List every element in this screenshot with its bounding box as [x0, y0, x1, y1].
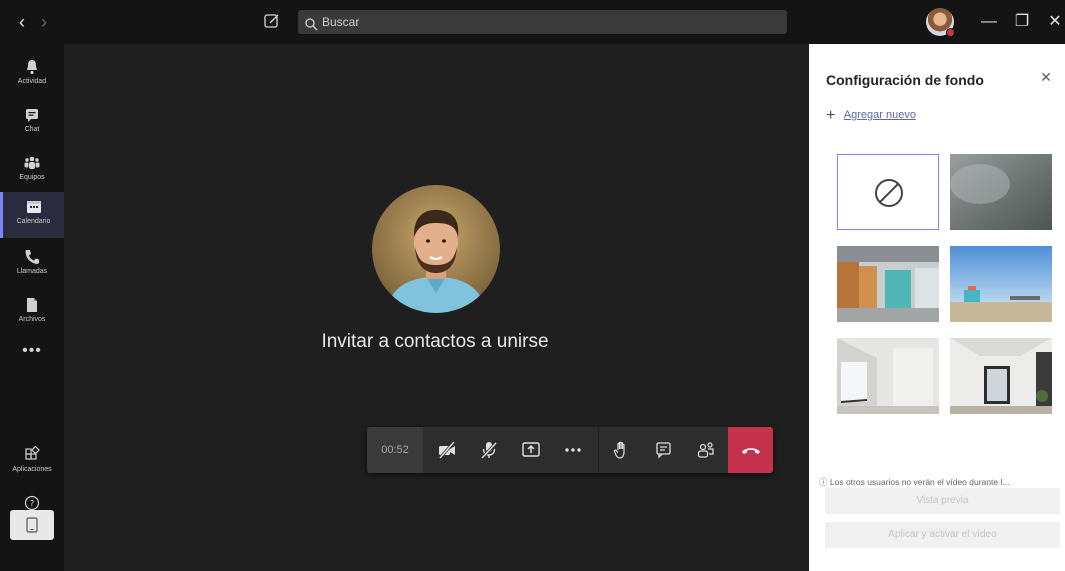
svg-text:?: ?	[30, 500, 35, 510]
raise-hand-icon[interactable]	[612, 440, 632, 460]
bell-icon	[23, 58, 41, 76]
controls-divider	[598, 427, 599, 473]
info-icon: ⓘ	[819, 477, 830, 487]
preview-button[interactable]: Vista previa	[825, 488, 1060, 514]
rail-item-aplicaciones[interactable]: Aplicaciones	[0, 440, 64, 486]
share-screen-icon[interactable]	[521, 440, 541, 460]
rail-item-calendario[interactable]: Calendario	[0, 192, 64, 238]
call-controls: 00:52	[367, 427, 773, 473]
no-background-icon	[875, 179, 903, 207]
panel-close-icon[interactable]: ✕	[1039, 70, 1053, 84]
background-beach-option[interactable]	[950, 246, 1052, 322]
background-settings-panel: Configuración de fondo ✕ + Agregar nuevo…	[809, 44, 1065, 571]
rail-item-actividad[interactable]: Actividad	[0, 52, 64, 98]
hang-up-icon	[742, 448, 760, 454]
plus-icon: +	[826, 107, 836, 124]
search-placeholder: Buscar	[322, 15, 360, 29]
background-room-option[interactable]	[837, 338, 939, 414]
rail-item-label: Equipos	[19, 174, 45, 181]
forward-icon[interactable]: ›	[36, 12, 52, 32]
panel-title: Configuración de fondo	[826, 72, 984, 88]
camera-off-icon[interactable]	[437, 440, 457, 460]
search-icon	[304, 15, 318, 31]
background-blur-option[interactable]	[950, 154, 1052, 230]
more-apps-button[interactable]: •••	[0, 342, 64, 360]
add-new-link[interactable]: + Agregar nuevo	[826, 107, 916, 125]
rail-item-label: Actividad	[17, 78, 47, 85]
apps-icon	[23, 445, 41, 464]
minimize-button[interactable]: —	[979, 12, 999, 32]
search-input[interactable]: Buscar	[298, 10, 787, 34]
video-note: ⓘ Los otros usuarios no verán el vídeo d…	[819, 476, 1063, 488]
teams-window: ‹ › Buscar — ❐ ✕ Actividad Chat Equipos	[0, 0, 1065, 571]
rail-item-chat[interactable]: Chat	[0, 100, 64, 146]
apply-video-button[interactable]: Aplicar y activar el vídeo	[825, 522, 1060, 548]
rail-item-equipos[interactable]: Equipos	[0, 148, 64, 194]
rail-item-label: Aplicaciones	[12, 466, 52, 473]
phone-icon	[23, 248, 41, 266]
background-office-option[interactable]	[837, 246, 939, 322]
participants-icon[interactable]	[696, 440, 716, 460]
close-button[interactable]: ✕	[1045, 12, 1065, 32]
invite-text: Invitar a contactos a unirse	[321, 331, 549, 352]
add-new-label: Agregar nuevo	[843, 109, 916, 121]
presence-badge	[946, 28, 955, 37]
rail-item-label: Archivos	[18, 316, 46, 323]
rail-item-archivos[interactable]: Archivos	[0, 290, 64, 336]
app-rail: Actividad Chat Equipos Calendario Llamad…	[0, 44, 64, 571]
background-loft-option[interactable]	[950, 338, 1052, 414]
hang-up-button[interactable]	[728, 427, 773, 473]
calendar-icon	[25, 198, 43, 216]
chat-icon[interactable]	[654, 440, 674, 460]
title-bar: ‹ › Buscar — ❐ ✕	[0, 0, 1065, 44]
mobile-device-icon	[26, 517, 38, 533]
rail-item-label: Calendario	[16, 218, 51, 225]
rail-item-label: Chat	[24, 126, 40, 133]
back-icon[interactable]: ‹	[14, 12, 30, 32]
file-icon	[23, 296, 41, 314]
teams-icon	[23, 154, 41, 172]
maximize-button[interactable]: ❐	[1012, 12, 1032, 32]
rail-item-llamadas[interactable]: Llamadas	[0, 242, 64, 288]
rail-item-label: Llamadas	[16, 268, 48, 275]
device-button[interactable]	[10, 510, 54, 540]
participant-avatar	[372, 185, 500, 313]
call-timer: 00:52	[367, 427, 423, 473]
compose-icon[interactable]	[263, 12, 281, 30]
more-options-icon[interactable]	[563, 440, 583, 460]
chat-icon	[23, 106, 41, 124]
mic-muted-icon[interactable]	[479, 440, 499, 460]
background-none-option[interactable]	[837, 154, 939, 230]
video-note-text: Los otros usuarios no verán el vídeo dur…	[829, 477, 1010, 487]
